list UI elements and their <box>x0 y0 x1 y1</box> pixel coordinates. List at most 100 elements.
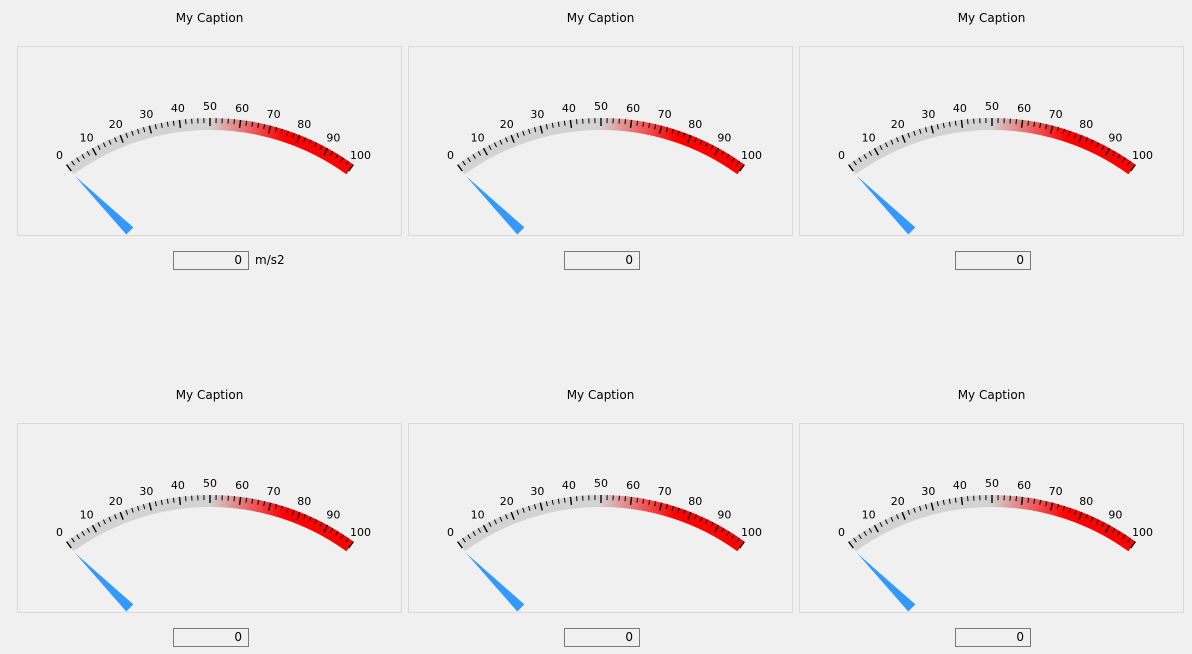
scale-label: 20 <box>500 495 514 508</box>
gauge-panel: 0 10 20 30 40 50 60 70 80 90 100 <box>408 46 793 236</box>
scale-label: 70 <box>267 108 281 121</box>
scale-label: 50 <box>985 100 999 113</box>
gauge-grid: My Caption 0 10 20 30 40 50 60 70 80 90 100 0 m/s2… <box>0 0 1192 654</box>
minor-tick <box>576 119 578 125</box>
unit-label: m/s2 <box>255 253 285 267</box>
minor-tick <box>624 119 626 125</box>
scale-label: 10 <box>862 132 876 145</box>
gauge-dial: 0 10 20 30 40 50 60 70 80 90 100 <box>447 477 762 612</box>
scale-label: 50 <box>594 477 608 490</box>
gauge-dial: 0 10 20 30 40 50 60 70 80 90 100 <box>447 100 762 235</box>
gauge-panel: 0 10 20 30 40 50 60 70 80 90 100 <box>17 46 402 236</box>
scale-arc-alert <box>992 495 1136 552</box>
gauge-panel: 0 10 20 30 40 50 60 70 80 90 100 <box>799 46 1184 236</box>
needle <box>465 175 525 235</box>
scale-label: 40 <box>562 479 576 492</box>
scale-label: 0 <box>447 149 454 162</box>
scale-label: 30 <box>139 108 153 121</box>
scale-label: 10 <box>862 509 876 522</box>
scale-label: 10 <box>80 132 94 145</box>
scale-label: 10 <box>80 509 94 522</box>
value-field[interactable]: 0 <box>955 628 1031 647</box>
gauge-caption: My Caption <box>17 387 402 403</box>
gauge-caption: My Caption <box>175 11 244 25</box>
scale-label: 40 <box>171 102 185 115</box>
gauge-dial: 0 10 20 30 40 50 60 70 80 90 100 <box>838 477 1153 612</box>
scale-label: 90 <box>326 509 340 522</box>
scale-label: 70 <box>1049 485 1063 498</box>
gauge-dial: 0 10 20 30 40 50 60 70 80 90 100 <box>56 100 371 235</box>
scale-label: 50 <box>203 477 217 490</box>
scale-label: 80 <box>297 118 311 131</box>
major-tick <box>569 119 573 128</box>
scale-label: 40 <box>562 102 576 115</box>
scale-label: 30 <box>921 108 935 121</box>
gauge-caption: My Caption <box>799 387 1184 403</box>
scale-label: 90 <box>717 509 731 522</box>
minor-tick <box>1015 496 1017 502</box>
major-tick <box>960 496 964 505</box>
scale-label: 20 <box>109 118 123 131</box>
scale-label: 60 <box>1017 479 1031 492</box>
scale-arc-alert <box>601 495 745 552</box>
scale-label: 20 <box>109 495 123 508</box>
scale-arc-normal <box>457 118 601 175</box>
gauge-caption: My Caption <box>799 10 1184 26</box>
scale-label: 70 <box>267 485 281 498</box>
scale-label: 70 <box>658 108 672 121</box>
value-field[interactable]: 0 <box>564 628 640 647</box>
scale-label: 90 <box>1108 132 1122 145</box>
scale-arc-alert <box>601 118 745 175</box>
gauge-panel: 0 10 20 30 40 50 60 70 80 90 100 <box>408 423 793 613</box>
needle <box>74 175 134 235</box>
scale-label: 40 <box>953 479 967 492</box>
scale-label: 0 <box>56 149 63 162</box>
scale-label: 30 <box>530 485 544 498</box>
scale-label: 90 <box>1108 509 1122 522</box>
gauge-panel: 0 10 20 30 40 50 60 70 80 90 100 <box>17 423 402 613</box>
scale-label: 10 <box>471 132 485 145</box>
gauge-panel: 0 10 20 30 40 50 60 70 80 90 100 <box>799 423 1184 613</box>
gauge-caption: My Caption <box>566 11 635 25</box>
value-field[interactable]: 0 <box>564 251 640 270</box>
value-field[interactable]: 0 <box>173 628 249 647</box>
scale-label: 60 <box>626 479 640 492</box>
scale-arc-alert <box>210 118 354 175</box>
scale-arc-normal <box>457 495 601 552</box>
major-tick <box>960 119 964 128</box>
major-tick <box>1020 496 1024 505</box>
scale-label: 90 <box>717 132 731 145</box>
scale-label: 70 <box>1049 108 1063 121</box>
minor-tick <box>967 119 969 125</box>
scale-label: 80 <box>1079 495 1093 508</box>
value-field[interactable]: 0 <box>173 251 249 270</box>
minor-tick <box>185 496 187 502</box>
scale-label: 0 <box>838 149 845 162</box>
minor-tick <box>967 496 969 502</box>
scale-arc-normal <box>66 118 210 175</box>
scale-label: 60 <box>1017 102 1031 115</box>
scale-label: 0 <box>838 526 845 539</box>
scale-label: 70 <box>658 485 672 498</box>
scale-label: 100 <box>350 149 371 162</box>
major-tick <box>178 496 182 505</box>
minor-tick <box>233 119 235 125</box>
scale-label: 20 <box>500 118 514 131</box>
scale-label: 10 <box>471 509 485 522</box>
scale-label: 20 <box>891 118 905 131</box>
gauge-dial: 0 10 20 30 40 50 60 70 80 90 100 <box>838 100 1153 235</box>
scale-label: 20 <box>891 495 905 508</box>
scale-label: 40 <box>171 479 185 492</box>
gauge-dial: 0 10 20 30 40 50 60 70 80 90 100 <box>56 477 371 612</box>
scale-label: 100 <box>741 526 762 539</box>
minor-tick <box>1015 119 1017 125</box>
scale-label: 60 <box>235 479 249 492</box>
value-field[interactable]: 0 <box>955 251 1031 270</box>
major-tick <box>178 119 182 128</box>
scale-label: 60 <box>235 102 249 115</box>
scale-label: 80 <box>688 118 702 131</box>
major-tick <box>238 496 242 505</box>
scale-label: 100 <box>1132 149 1153 162</box>
needle <box>74 552 134 612</box>
needle <box>465 552 525 612</box>
